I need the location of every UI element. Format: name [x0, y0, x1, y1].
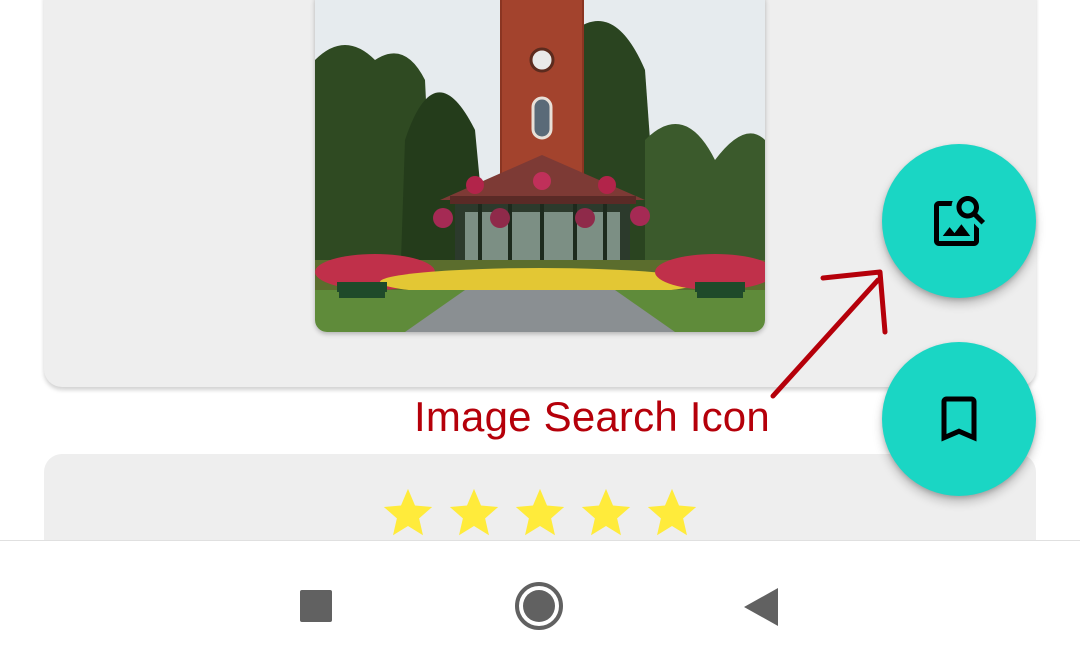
star-icon[interactable]	[444, 484, 504, 542]
star-icon[interactable]	[576, 484, 636, 542]
star-rating[interactable]	[378, 484, 702, 542]
bookmark-icon	[941, 396, 977, 442]
system-nav-bar	[0, 540, 1080, 671]
circle-icon[interactable]	[515, 582, 563, 630]
image-search-button[interactable]	[882, 144, 1036, 298]
star-icon[interactable]	[510, 484, 570, 542]
annotation-label: Image Search Icon	[414, 393, 770, 440]
star-icon[interactable]	[642, 484, 702, 542]
square-icon[interactable]	[300, 590, 332, 622]
star-icon[interactable]	[378, 484, 438, 542]
bookmark-button[interactable]	[882, 342, 1036, 496]
triangle-back-icon[interactable]	[744, 588, 778, 626]
image-search-icon	[934, 196, 986, 246]
bandstand-photo[interactable]	[315, 0, 765, 332]
